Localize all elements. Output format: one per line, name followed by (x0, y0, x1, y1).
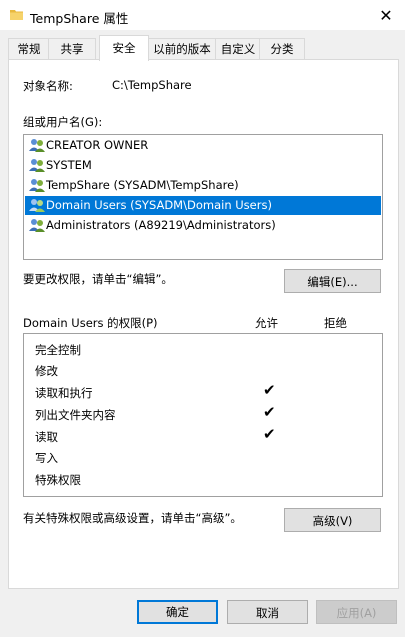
list-item[interactable]: CREATOR OWNER (25, 136, 381, 155)
group-name: Administrators (A89219\Administrators) (46, 218, 276, 232)
allow-check-icon: ✔ (263, 381, 276, 399)
edit-button[interactable]: 编辑(E)... (284, 269, 381, 293)
permission-name: 列出文件夹内容 (35, 408, 116, 422)
permission-name: 特殊权限 (35, 473, 81, 487)
group-name: Domain Users (SYSADM\Domain Users) (46, 198, 272, 212)
user-group-icon (29, 219, 45, 232)
permissions-list: 完全控制 修改 读取和执行 列出文件夹内容 读取 写入 特殊权限 ✔ ✔ ✔ (23, 333, 383, 497)
groups-listbox[interactable]: CREATOR OWNER SYSTEM TempShare (SYSADM\T… (23, 134, 383, 260)
advanced-hint: 有关特殊权限或高级设置，请单击“高级”。 (23, 511, 242, 525)
tab-sharing[interactable]: 共享 (48, 38, 96, 59)
edit-hint: 要更改权限，请单击“编辑”。 (23, 272, 173, 286)
user-group-icon (29, 159, 45, 172)
cancel-button[interactable]: 取消 (227, 600, 308, 624)
folder-icon (10, 10, 23, 20)
group-name: TempShare (SYSADM\TempShare) (46, 178, 239, 192)
permissions-label: Domain Users 的权限(P) (23, 316, 158, 330)
allow-column-header: 允许 (255, 316, 278, 330)
deny-column-header: 拒绝 (324, 316, 347, 330)
close-button[interactable]: ✕ (367, 0, 405, 30)
allow-check-icon: ✔ (263, 403, 276, 421)
groups-label: 组或用户名(G): (23, 115, 103, 129)
permission-name: 读取和执行 (35, 386, 93, 400)
permission-name: 完全控制 (35, 343, 81, 357)
permission-name: 写入 (35, 451, 58, 465)
user-group-icon (29, 179, 45, 192)
tab-general[interactable]: 常规 (8, 38, 50, 59)
list-item-selected[interactable]: Domain Users (SYSADM\Domain Users) (25, 196, 381, 215)
tab-classification[interactable]: 分类 (259, 38, 305, 59)
advanced-button[interactable]: 高级(V) (284, 508, 381, 532)
close-icon: ✕ (379, 5, 393, 25)
user-group-icon (29, 139, 45, 152)
permission-name: 修改 (35, 364, 58, 378)
allow-check-icon: ✔ (263, 425, 276, 443)
object-name-value: C:\TempShare (112, 78, 192, 92)
permission-name: 读取 (35, 430, 58, 444)
window-title: TempShare 属性 (30, 11, 129, 26)
tab-previous-versions[interactable]: 以前的版本 (147, 38, 217, 59)
group-name: SYSTEM (46, 158, 92, 172)
list-item[interactable]: Administrators (A89219\Administrators) (25, 216, 381, 235)
user-group-icon (29, 199, 45, 212)
list-item[interactable]: TempShare (SYSADM\TempShare) (25, 176, 381, 195)
tab-security[interactable]: 安全 (99, 35, 149, 61)
object-name-label: 对象名称: (23, 79, 73, 93)
group-name: CREATOR OWNER (46, 138, 149, 152)
tab-customize[interactable]: 自定义 (215, 38, 261, 59)
list-item[interactable]: SYSTEM (25, 156, 381, 175)
apply-button[interactable]: 应用(A) (316, 600, 397, 624)
ok-button[interactable]: 确定 (137, 600, 218, 624)
